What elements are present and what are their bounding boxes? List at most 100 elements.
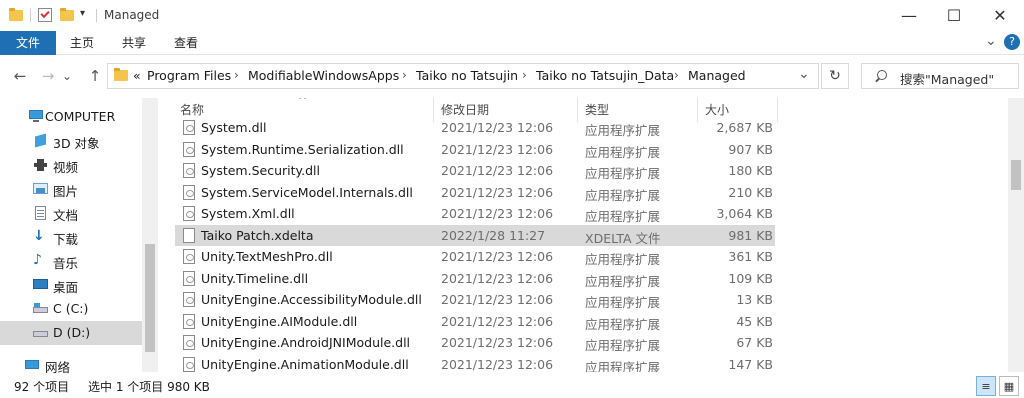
file-list-scrollbar[interactable] xyxy=(1008,98,1024,372)
file-icon xyxy=(183,227,195,243)
sidebar-item-drive-c[interactable]: C (C:) xyxy=(0,297,142,321)
selection-info: 选中 1 个项目 980 KB xyxy=(88,380,210,394)
file-row[interactable]: UnityEngine.AnimationModule.dll 2021/12/2… xyxy=(175,354,775,373)
sidebar-item-label: 图片 xyxy=(53,184,79,199)
folder-icon xyxy=(9,8,23,22)
dll-file-icon xyxy=(183,356,195,372)
new-folder-icon[interactable] xyxy=(60,8,74,22)
address-dropdown-icon[interactable]: ⌄ xyxy=(798,66,810,82)
file-size: 907 KB xyxy=(728,141,773,157)
file-size: 109 KB xyxy=(728,270,773,286)
file-row[interactable]: UnityEngine.AndroidJNIModule.dll 2021/12/… xyxy=(175,332,775,354)
sidebar-item-drive-d[interactable]: D (D:) xyxy=(0,321,142,345)
sidebar-item-label: 视频 xyxy=(53,160,79,175)
sidebar-item-downloads[interactable]: ↓ 下载 xyxy=(0,225,142,249)
sidebar-item-documents[interactable]: 文档 xyxy=(0,201,142,225)
divider xyxy=(96,9,97,22)
breadcrumb-taiko-data[interactable]: Taiko no Tatsujin_Data xyxy=(536,68,674,83)
file-type: 应用程序扩展 xyxy=(585,166,661,181)
sidebar-item-computer[interactable]: COMPUTER xyxy=(0,105,142,129)
file-row[interactable]: UnityEngine.AIModule.dll 2021/12/23 12:06… xyxy=(175,311,775,333)
file-size: 147 KB xyxy=(728,356,773,372)
breadcrumb-separator[interactable]: › xyxy=(234,68,239,82)
properties-icon[interactable] xyxy=(38,8,52,22)
breadcrumb-program-files[interactable]: Program Files xyxy=(147,68,231,83)
divider xyxy=(30,9,31,22)
file-type: XDELTA 文件 xyxy=(585,230,661,246)
computer-icon xyxy=(29,110,44,123)
search-box[interactable]: 搜索"Managed" xyxy=(861,63,1019,89)
tab-file[interactable]: 文件 xyxy=(0,31,56,55)
sidebar-item-music[interactable]: ♪ 音乐 xyxy=(0,249,142,273)
sidebar-item-video[interactable]: 视频 xyxy=(0,153,142,177)
file-size: 180 KB xyxy=(728,163,773,178)
file-name: System.Runtime.Serialization.dll xyxy=(201,141,404,157)
file-row[interactable]: System.Xml.dll 2021/12/23 12:06 应用程序扩展 3,06… xyxy=(175,203,775,225)
file-type: 应用程序扩展 xyxy=(585,295,661,310)
file-type: 应用程序扩展 xyxy=(585,273,661,289)
address-bar[interactable]: « Program Files › ModifiableWindowsApps … xyxy=(107,63,819,89)
up-button[interactable]: ↑ xyxy=(84,65,106,87)
file-type: 应用程序扩展 xyxy=(585,144,661,160)
breadcrumb-taiko[interactable]: Taiko no Tatsujin xyxy=(416,68,518,83)
tab-view[interactable]: 查看 xyxy=(160,31,212,55)
tab-share[interactable]: 共享 xyxy=(108,31,160,55)
breadcrumb-separator[interactable]: › xyxy=(674,68,679,82)
recent-locations-button[interactable]: ⌄ xyxy=(60,65,74,87)
tab-home[interactable]: 主页 xyxy=(56,31,108,55)
sidebar-item-label: COMPUTER xyxy=(45,109,116,124)
customize-quick-access-icon[interactable]: ▾ xyxy=(80,8,85,19)
breadcrumb-overflow[interactable]: « xyxy=(133,68,141,83)
close-button[interactable]: ✕ xyxy=(977,0,1023,31)
file-name: System.ServiceModel.Internals.dll xyxy=(201,184,413,200)
file-row[interactable]: System.Runtime.Serialization.dll 2021/12/… xyxy=(175,139,775,161)
file-type: 应用程序扩展 xyxy=(585,209,661,224)
forward-button[interactable]: → xyxy=(37,65,59,87)
expand-ribbon-icon[interactable]: ⌄ xyxy=(985,33,997,49)
back-button[interactable]: ← xyxy=(9,65,31,87)
dll-file-icon xyxy=(183,163,195,178)
breadcrumb-modifiablewindowsapps[interactable]: ModifiableWindowsApps xyxy=(248,68,399,83)
status-bar: 92 个项目 选中 1 个项目 980 KB ≡ ▦ xyxy=(0,374,1024,398)
column-divider[interactable] xyxy=(777,98,778,122)
download-icon: ↓ xyxy=(33,228,45,244)
file-row[interactable]: System.Security.dll 2021/12/23 12:06 应用程序扩… xyxy=(175,160,775,182)
dll-file-icon xyxy=(183,184,195,200)
file-type: 应用程序扩展 xyxy=(585,359,661,373)
sidebar-item-pictures[interactable]: 图片 xyxy=(0,177,142,201)
breadcrumb-managed[interactable]: Managed xyxy=(688,68,746,83)
file-name: Unity.Timeline.dll xyxy=(201,270,309,286)
file-row[interactable]: UnityEngine.AccessibilityModule.dll 2021/… xyxy=(175,289,775,311)
help-icon[interactable]: ? xyxy=(1004,34,1020,50)
file-row[interactable]: Taiko Patch.xdelta 2022/1/28 11:27 XDELTA … xyxy=(175,224,775,246)
item-count: 92 个项目 xyxy=(14,380,70,394)
file-size: 13 KB xyxy=(736,292,773,307)
file-size: 981 KB xyxy=(728,227,773,243)
file-row[interactable]: System.ServiceModel.Internals.dll 2021/12… xyxy=(175,182,775,204)
sidebar-item-label: 下载 xyxy=(53,232,79,247)
maximize-button[interactable]: ☐ xyxy=(931,0,977,31)
search-icon-handle xyxy=(875,77,880,83)
minimize-button[interactable]: — xyxy=(886,0,932,31)
refresh-button[interactable]: ↻ xyxy=(821,63,849,89)
dll-file-icon xyxy=(183,141,195,157)
desktop-icon xyxy=(33,278,48,291)
dll-file-icon xyxy=(183,292,195,307)
sidebar-item-desktop[interactable]: 桌面 xyxy=(0,273,142,297)
file-row[interactable]: System.dll 2021/12/23 12:06 应用程序扩展 2,687 KB xyxy=(175,117,775,139)
dll-file-icon xyxy=(183,270,195,286)
file-size: 210 KB xyxy=(728,184,773,200)
file-type: 应用程序扩展 xyxy=(585,252,661,267)
sidebar-item-3d-objects[interactable]: 3D 对象 xyxy=(0,129,142,153)
file-row[interactable]: Unity.Timeline.dll 2021/12/23 12:06 应用程序扩展… xyxy=(175,268,775,290)
large-icons-view-button[interactable]: ▦ xyxy=(999,376,1019,396)
file-date: 2021/12/23 12:06 xyxy=(441,184,554,200)
breadcrumb-separator[interactable]: › xyxy=(402,68,407,82)
details-view-button[interactable]: ≡ xyxy=(976,376,996,396)
file-row[interactable]: Unity.TextMeshPro.dll 2021/12/23 12:06 应用程… xyxy=(175,246,775,268)
file-name: UnityEngine.AIModule.dll xyxy=(201,313,358,329)
sidebar-scrollbar-thumb[interactable] xyxy=(145,244,155,352)
file-list-scrollbar-thumb[interactable] xyxy=(1011,160,1021,190)
breadcrumb-separator[interactable]: › xyxy=(522,68,527,82)
file-date: 2021/12/23 12:06 xyxy=(441,292,554,307)
